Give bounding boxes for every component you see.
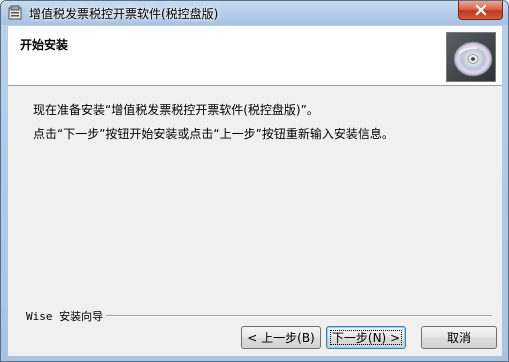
wizard-brand-row: Wise 安装向导 xyxy=(26,308,492,324)
window-title: 增值税发票税控开票软件(税控盘版) xyxy=(29,7,219,21)
cancel-button-label: 取消 xyxy=(446,331,471,345)
title-bar[interactable]: 增值税发票税控开票软件(税控盘版) xyxy=(1,1,508,25)
dialog-client-area: 开始安装 现在准备安装“增值税发票税控开票软件(税控盘版)”。 点击“下一步”按… xyxy=(8,26,502,356)
next-button[interactable]: 下一步(N) > xyxy=(326,326,406,349)
focus-rect xyxy=(330,330,402,345)
cd-disc-icon xyxy=(446,32,496,82)
page-title: 开始安装 xyxy=(20,38,69,52)
close-icon xyxy=(474,4,487,16)
ready-message: 现在准备安装“增值税发票税控开票软件(税控盘版)”。 xyxy=(33,103,319,117)
back-button-label: < 上一步(B) xyxy=(247,331,315,345)
cancel-button[interactable]: 取消 xyxy=(421,326,497,349)
installer-icon xyxy=(8,5,22,20)
wizard-brand-label: Wise 安装向导 xyxy=(26,308,107,324)
instruction-message: 点击“下一步”按钮开始安装或点击“上一步”按钮重新输入安装信息。 xyxy=(33,127,394,141)
back-button[interactable]: < 上一步(B) xyxy=(241,326,321,349)
header-panel: 开始安装 xyxy=(8,26,502,86)
close-button[interactable] xyxy=(458,1,503,20)
installer-window: 增值税发票税控开票软件(税控盘版) 开始安装 现在准备安装“增值税发票税控开票软… xyxy=(0,0,509,362)
